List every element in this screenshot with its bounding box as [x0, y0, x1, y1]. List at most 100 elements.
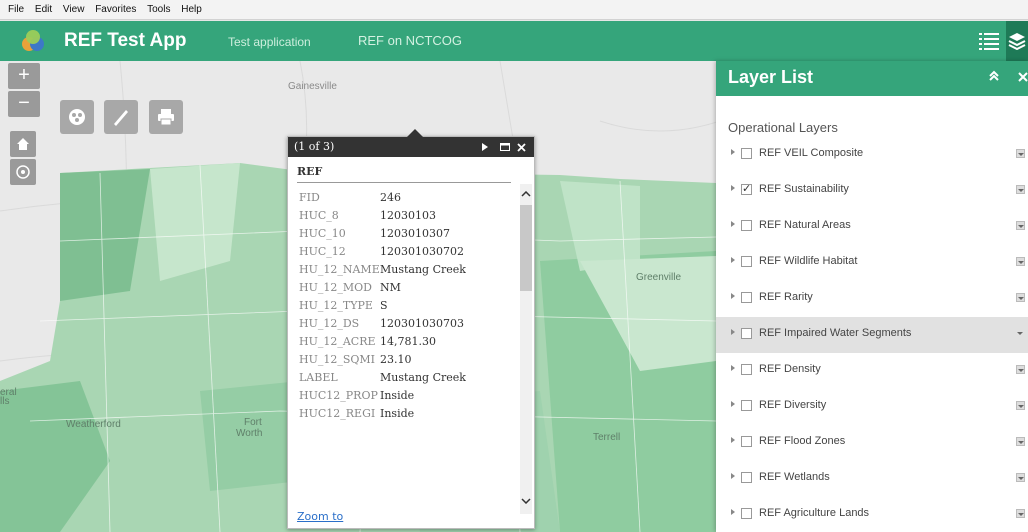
popup-close-button[interactable]	[517, 137, 526, 157]
close-panel-button[interactable]	[1018, 69, 1028, 85]
measure-button[interactable]	[104, 100, 138, 134]
map-label-worth: Worth	[236, 428, 263, 439]
attribute-row: HU_12_ACRE 14,781.30	[299, 335, 436, 348]
attribute-row: FID 246	[299, 191, 401, 204]
layer-item[interactable]: REF Wildlife Habitat	[716, 245, 1028, 281]
layer-item[interactable]: REF Sustainability	[716, 173, 1028, 209]
zoom-out-button[interactable]: −	[8, 91, 40, 117]
layer-checkbox[interactable]	[741, 508, 752, 519]
layer-label: REF Natural Areas	[759, 219, 851, 231]
layer-label: REF Diversity	[759, 399, 827, 411]
attribute-row: HUC12_PROP Inside	[299, 389, 415, 402]
popup-next-button[interactable]	[481, 137, 489, 157]
expand-arrow-icon[interactable]	[731, 293, 735, 299]
next-icon	[482, 143, 488, 151]
layer-options-icon[interactable]	[1016, 401, 1025, 410]
expand-arrow-icon[interactable]	[731, 185, 735, 191]
layer-options-icon[interactable]	[1016, 329, 1025, 338]
expand-arrow-icon[interactable]	[731, 473, 735, 479]
map-label-fort: Fort	[244, 417, 262, 428]
layer-options-icon[interactable]	[1016, 509, 1025, 518]
layer-checkbox[interactable]	[741, 292, 752, 303]
app-title: REF Test App	[64, 30, 187, 51]
layer-item[interactable]: REF Diversity	[716, 389, 1028, 425]
popup-counter: (1 of 3)	[294, 140, 335, 153]
expand-arrow-icon[interactable]	[731, 437, 735, 443]
layer-label: REF Rarity	[759, 291, 813, 303]
layer-item[interactable]: REF Natural Areas	[716, 209, 1028, 245]
map-label-greenville: Greenville	[636, 272, 682, 283]
layer-label: REF Density	[759, 363, 821, 375]
panel-title: Layer List	[728, 67, 814, 87]
layer-label: REF VEIL Composite	[759, 147, 864, 159]
print-icon	[158, 109, 174, 126]
layer-checkbox-checked[interactable]	[741, 182, 752, 195]
popup-scroll-thumb[interactable]	[520, 205, 532, 291]
legend-button[interactable]	[972, 21, 1006, 61]
layer-label: REF Wetlands	[759, 471, 830, 483]
layer-label: REF Flood Zones	[759, 435, 846, 447]
attribute-row: HUC12_REGI Inside	[299, 407, 415, 420]
layer-checkbox[interactable]	[741, 328, 752, 339]
layer-options-icon[interactable]	[1016, 221, 1025, 230]
popup-maximize-button[interactable]	[500, 137, 510, 157]
expand-arrow-icon[interactable]	[731, 401, 735, 407]
layer-options-icon[interactable]	[1016, 149, 1025, 158]
menu-file[interactable]: File	[8, 0, 24, 20]
layer-label: REF Wildlife Habitat	[759, 255, 858, 267]
layer-options-icon[interactable]	[1016, 473, 1025, 482]
layer-item[interactable]: REF Wetlands	[716, 461, 1028, 497]
layer-item[interactable]: REF VEIL Composite	[716, 137, 1028, 173]
locate-button[interactable]	[10, 159, 36, 185]
expand-arrow-icon[interactable]	[731, 221, 735, 227]
layer-options-icon[interactable]	[1016, 257, 1025, 266]
attribute-row: HUC_10 1203010307	[299, 227, 450, 240]
layer-options-icon[interactable]	[1016, 293, 1025, 302]
menu-edit[interactable]: Edit	[35, 0, 52, 20]
layer-options-icon[interactable]	[1016, 185, 1025, 194]
expand-arrow-icon[interactable]	[731, 509, 735, 515]
menu-favorites[interactable]: Favorites	[95, 0, 136, 20]
layer-checkbox[interactable]	[741, 436, 752, 447]
menu-view[interactable]: View	[63, 0, 85, 20]
expand-arrow-icon[interactable]	[731, 329, 735, 335]
print-button[interactable]	[149, 100, 183, 134]
layer-item-highlighted[interactable]: REF Impaired Water Segments	[716, 317, 1028, 353]
basemap-gallery-button[interactable]	[60, 100, 94, 134]
attribute-row: HU_12_MOD NM	[299, 281, 401, 294]
layer-options-icon[interactable]	[1016, 437, 1025, 446]
layer-checkbox[interactable]	[741, 220, 752, 231]
layer-options-icon[interactable]	[1016, 365, 1025, 374]
layer-checkbox[interactable]	[741, 256, 752, 267]
scroll-up-icon[interactable]	[521, 191, 531, 197]
popup-title: REF	[297, 165, 511, 183]
expand-arrow-icon[interactable]	[731, 257, 735, 263]
layer-item[interactable]: REF Flood Zones	[716, 425, 1028, 461]
attribute-row: HUC_8 12030103	[299, 209, 436, 222]
operational-layers-heading: Operational Layers	[728, 120, 838, 135]
expand-arrow-icon[interactable]	[731, 365, 735, 371]
zoom-to-link[interactable]: Zoom to	[297, 510, 343, 523]
popup-content[interactable]: REF FID 246 HUC_8 12030103 HUC_10 120301030…	[288, 158, 534, 528]
home-button[interactable]	[10, 131, 36, 157]
collapse-panel-button[interactable]	[988, 69, 1000, 85]
menu-help[interactable]: Help	[181, 0, 202, 20]
list-icon	[979, 33, 999, 50]
layer-checkbox[interactable]	[741, 472, 752, 483]
layer-checkbox[interactable]	[741, 400, 752, 411]
layer-list-button[interactable]	[1006, 21, 1028, 61]
scroll-down-icon[interactable]	[521, 498, 531, 504]
zoom-in-button[interactable]: +	[8, 63, 40, 89]
attribute-row: HU_12_TYPE S	[299, 299, 388, 312]
layer-checkbox[interactable]	[741, 364, 752, 375]
layer-item[interactable]: REF Agriculture Lands	[716, 497, 1028, 532]
layer-item[interactable]: REF Rarity	[716, 281, 1028, 317]
layers-icon	[1008, 33, 1026, 50]
layer-checkbox[interactable]	[741, 148, 752, 159]
layer-item[interactable]: REF Density	[716, 353, 1028, 389]
close-icon	[1018, 72, 1028, 82]
layer-label: REF Sustainability	[759, 183, 849, 195]
menu-tools[interactable]: Tools	[147, 0, 170, 20]
nctcog-link[interactable]: REF on NCTCOG	[358, 33, 462, 48]
expand-arrow-icon[interactable]	[731, 149, 735, 155]
